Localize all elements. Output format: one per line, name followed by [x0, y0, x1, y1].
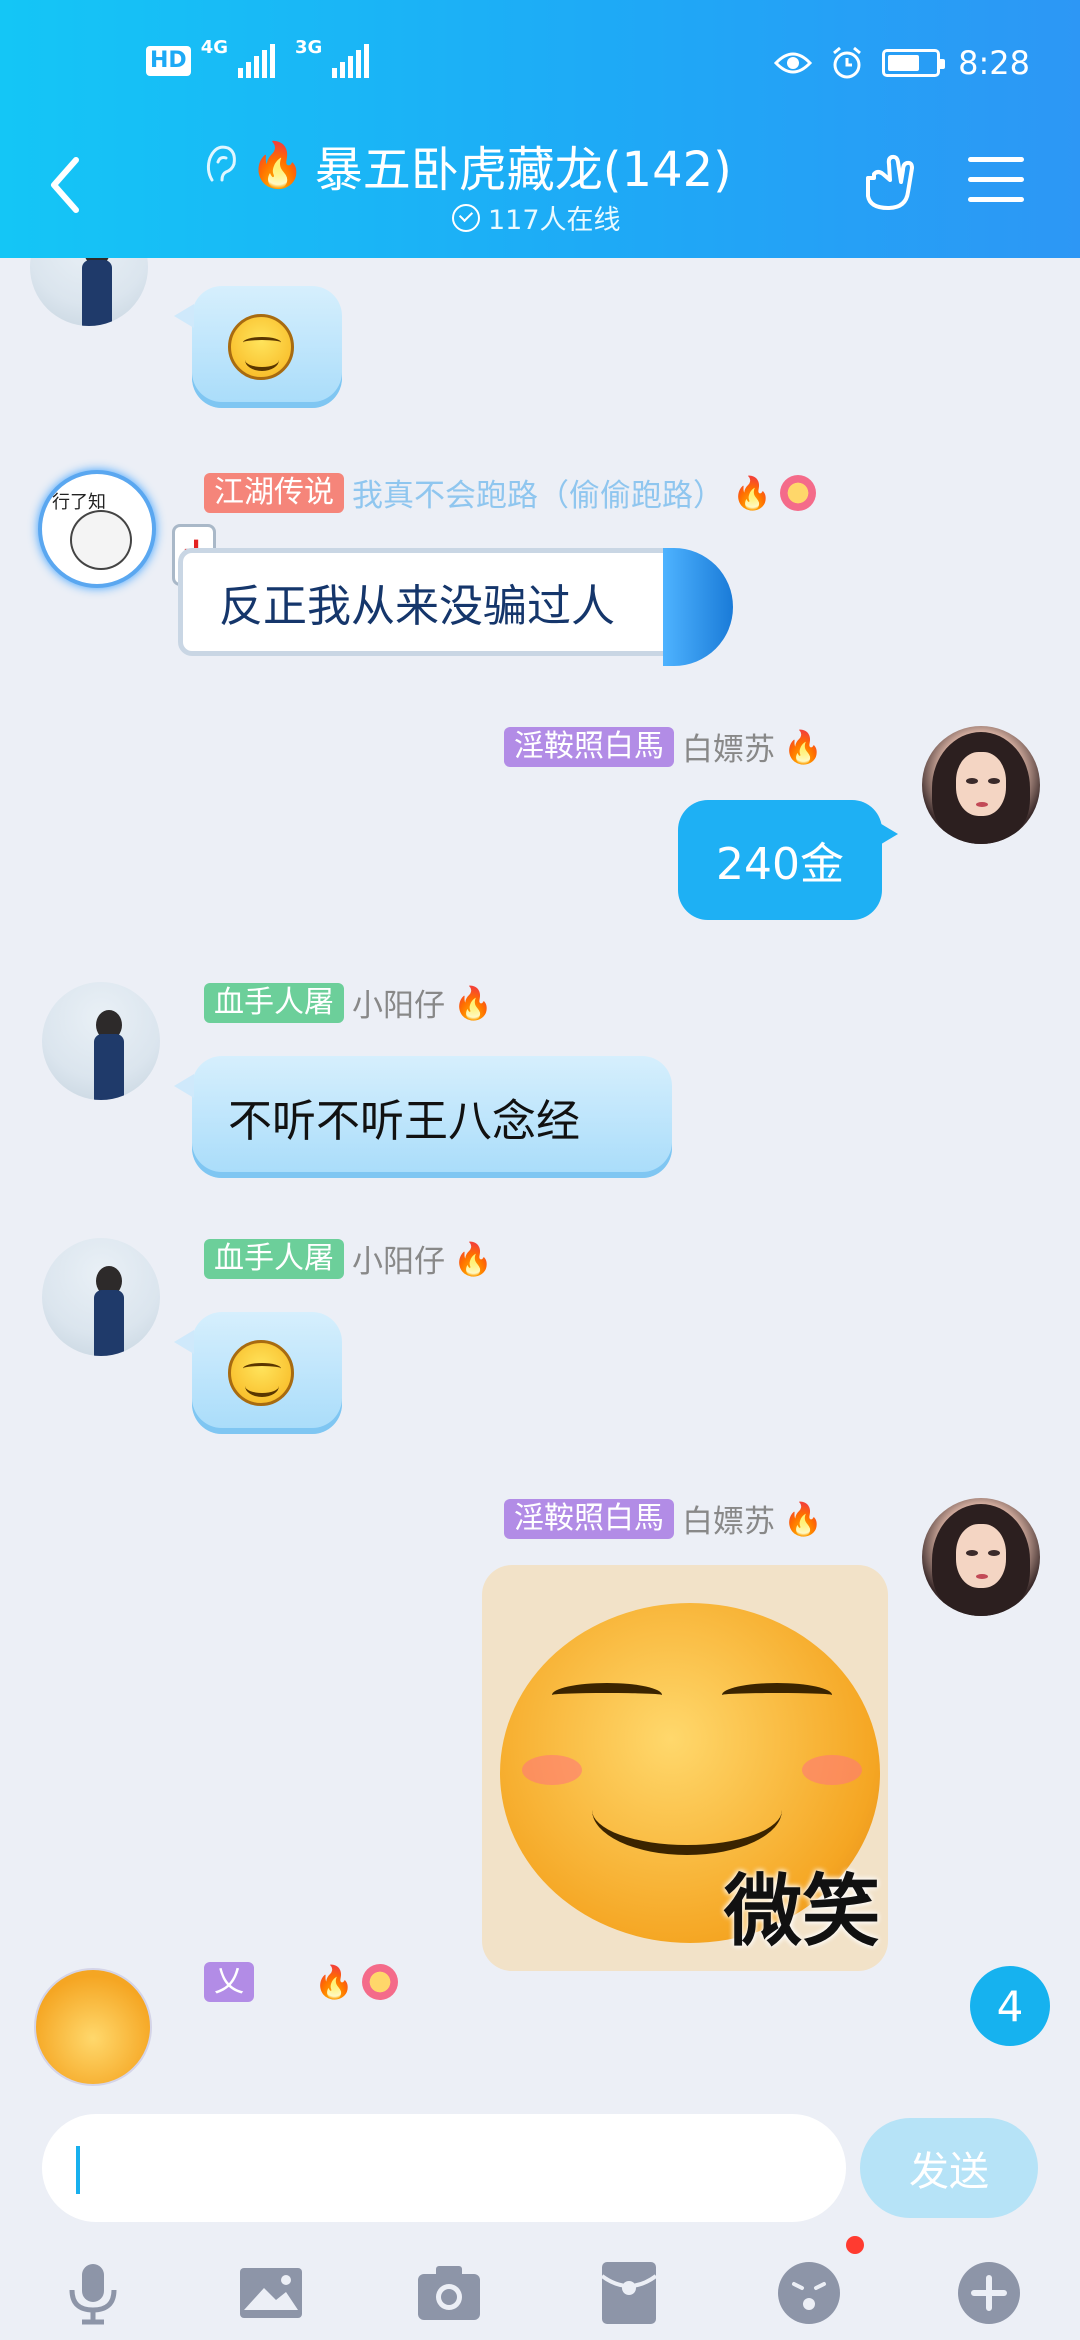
online-count[interactable]: 117人在线: [452, 198, 621, 237]
sender-name[interactable]: 白嫖苏: [682, 724, 775, 769]
fire-icon: 🔥: [732, 473, 772, 512]
sender-name[interactable]: 小阳仔: [352, 1236, 445, 1281]
sender-row: 乂 🔥: [204, 1962, 398, 2002]
sender-name[interactable]: 白嫖苏: [682, 1496, 775, 1541]
sender-row: 血手人屠 小阳仔 🔥: [204, 1236, 493, 1281]
image-icon[interactable]: [236, 2258, 306, 2328]
title-tag: 淫鞍照白馬: [504, 1498, 674, 1539]
emoji-bubble[interactable]: [174, 1312, 342, 1434]
sender-name[interactable]: 小阳仔: [352, 980, 445, 1025]
title-tag: 乂: [204, 1962, 254, 2002]
camera-icon[interactable]: [414, 2258, 484, 2328]
avatar[interactable]: [42, 982, 160, 1100]
menu-icon[interactable]: [968, 157, 1024, 207]
unread-count-badge[interactable]: 4: [970, 1966, 1050, 2046]
title-tag: 血手人屠: [204, 1238, 344, 1279]
rock-hand-icon[interactable]: [858, 152, 920, 214]
smile-sticker[interactable]: 微笑: [482, 1565, 888, 1971]
sender-row: 江湖传说 我真不会跑路（偷偷跑路） 🔥: [204, 470, 816, 515]
message-text: 不听不听王八念经: [228, 1096, 580, 1147]
fire-icon: 🔥: [250, 140, 305, 191]
smile-emoji-icon: [228, 314, 294, 380]
back-arrow-icon[interactable]: [40, 150, 90, 220]
message-bubble[interactable]: 不听不听王八念经: [174, 1056, 672, 1178]
chat-title-row[interactable]: 🔥 暴五卧虎藏龙(142): [200, 130, 732, 200]
flower-emoji-icon: [361, 1964, 398, 2000]
battery-icon: [882, 49, 946, 77]
message-bubble[interactable]: 240金: [678, 800, 898, 920]
top-bar: HD 4G 3G 8:28 🔥 暴五卧虎藏龙(142) 117人在线: [0, 0, 1080, 258]
message-text: 240金: [716, 839, 844, 890]
status-bar: HD 4G 3G 8:28: [0, 0, 1080, 132]
message-text: 反正我从来没骗过人: [219, 581, 615, 632]
online-text: 117人在线: [488, 205, 621, 236]
input-bar: 发送: [0, 2086, 1080, 2340]
red-envelope-icon[interactable]: [594, 2258, 664, 2328]
fire-icon: 🔥: [314, 1963, 354, 2001]
network-type-1: 4G: [200, 36, 228, 58]
signal-icon-2: [332, 44, 370, 78]
sender-row: 淫鞍照白馬 白嫖苏 🔥: [504, 724, 823, 769]
ear-icon: [206, 145, 236, 182]
clock-time: 8:28: [958, 44, 1030, 82]
flower-emoji-icon: [779, 474, 816, 511]
avatar[interactable]: 行了知: [38, 470, 156, 588]
emoji-icon[interactable]: [774, 2258, 844, 2328]
notification-dot: [846, 2236, 864, 2254]
smile-emoji-icon: [228, 1340, 294, 1406]
online-check-icon: [452, 203, 480, 232]
fire-icon: 🔥: [783, 727, 823, 766]
microphone-icon[interactable]: [58, 2258, 128, 2328]
sender-row: 血手人屠 小阳仔 🔥: [204, 980, 493, 1025]
avatar[interactable]: [42, 1238, 160, 1356]
text-caret: [76, 2146, 80, 2194]
fire-icon: 🔥: [783, 1499, 823, 1538]
fire-icon: 🔥: [453, 1239, 493, 1278]
plus-icon[interactable]: [954, 2258, 1024, 2328]
hd-badge: HD: [146, 46, 191, 76]
message-bubble[interactable]: 反正我从来没骗过人: [178, 548, 733, 666]
avatar[interactable]: [34, 1968, 152, 2086]
avatar[interactable]: [922, 726, 1040, 844]
title-tag: 淫鞍照白馬: [504, 726, 674, 767]
eye-icon: [774, 52, 813, 74]
network-type-2: 3G: [295, 36, 323, 58]
chat-area[interactable]: 行了知 江湖传说 我真不会跑路（偷偷跑路） 🔥 反正我从来没骗过人 淫鞍照白馬 …: [0, 258, 1080, 2086]
sender-row: 淫鞍照白馬 白嫖苏 🔥: [504, 1496, 823, 1541]
sender-name[interactable]: 我真不会跑路（偷偷跑路）: [352, 470, 724, 515]
emoji-bubble[interactable]: [174, 286, 342, 408]
avatar[interactable]: [922, 1498, 1040, 1616]
signal-icon: [238, 44, 275, 78]
message-input[interactable]: [42, 2114, 846, 2222]
avatar[interactable]: [30, 258, 148, 326]
status-left: HD 4G 3G: [146, 37, 370, 78]
group-title: 暴五卧虎藏龙(142): [314, 142, 732, 198]
sticker-label: 微笑: [723, 1867, 880, 1957]
fire-icon: 🔥: [453, 983, 493, 1022]
status-right: 8:28: [774, 44, 1030, 82]
title-tag: 江湖传说: [204, 472, 344, 513]
alarm-icon: [833, 46, 862, 79]
send-button[interactable]: 发送: [860, 2118, 1038, 2218]
input-toolbar: [0, 2246, 1080, 2336]
title-tag: 血手人屠: [204, 982, 344, 1023]
